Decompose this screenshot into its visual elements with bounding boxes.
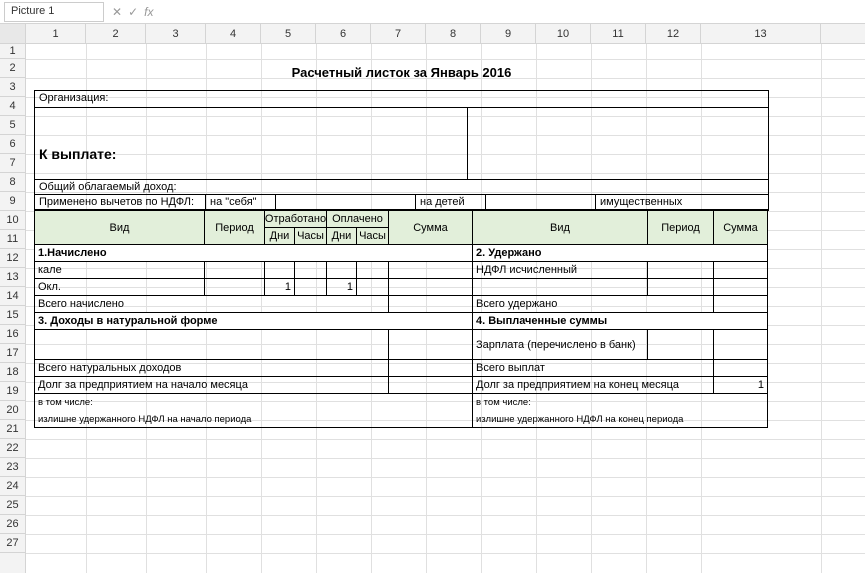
col-header-5[interactable]: 5 <box>261 24 316 43</box>
th-vid-left: Вид <box>35 211 205 245</box>
formula-controls: ✕ ✓ fx <box>112 5 153 19</box>
th-chasy2: Часы <box>357 228 389 245</box>
row-header-22[interactable]: 22 <box>0 439 25 458</box>
row-header-15[interactable]: 15 <box>0 306 25 325</box>
s4-total-label: Всего выплат <box>473 360 714 377</box>
th-period-left: Период <box>205 211 265 245</box>
row-header-17[interactable]: 17 <box>0 344 25 363</box>
vtom-left: в том числе: <box>35 394 473 411</box>
col-header-10[interactable]: 10 <box>536 24 591 43</box>
col-header-13[interactable]: 13 <box>701 24 821 43</box>
fx-icon[interactable]: fx <box>144 5 153 19</box>
row-header-4[interactable]: 4 <box>0 97 25 116</box>
col-header-2[interactable]: 2 <box>86 24 146 43</box>
row-header-18[interactable]: 18 <box>0 363 25 382</box>
org-label: Организация: <box>39 92 108 106</box>
row-header-5[interactable]: 5 <box>0 116 25 135</box>
debt-end-label: Долг за предприятием на конец месяца <box>473 377 714 394</box>
ndfl-end: излишне удержанного НДФЛ на конец период… <box>473 411 768 428</box>
row-header-23[interactable]: 23 <box>0 458 25 477</box>
th-opl: Оплачено <box>327 211 389 228</box>
select-all-corner[interactable] <box>0 24 26 43</box>
row-header-13[interactable]: 13 <box>0 268 25 287</box>
row-header-27[interactable]: 27 <box>0 534 25 553</box>
col-header-11[interactable]: 11 <box>591 24 646 43</box>
row-header-10[interactable]: 10 <box>0 211 25 230</box>
s1-total-label: Всего начислено <box>35 296 389 313</box>
row-header-3[interactable]: 3 <box>0 78 25 97</box>
payslip-picture[interactable]: Расчетный листок за Январь 2016 Организа… <box>34 59 769 428</box>
row-headers: 1234567891011121314151617181920212223242… <box>0 44 26 573</box>
row-header-19[interactable]: 19 <box>0 382 25 401</box>
name-box[interactable]: Picture 1 <box>4 2 104 22</box>
th-summa-left: Сумма <box>389 211 473 245</box>
s4-row1-label: Зарплата (перечислено в банк) <box>473 330 648 360</box>
row-header-26[interactable]: 26 <box>0 515 25 534</box>
row-header-1[interactable]: 1 <box>0 44 25 59</box>
th-otrab: Отработано <box>265 211 327 228</box>
row-header-7[interactable]: 7 <box>0 154 25 173</box>
debt-start-label: Долг за предприятием на начало месяца <box>35 377 389 394</box>
row-header-12[interactable]: 12 <box>0 249 25 268</box>
col-header-1[interactable]: 1 <box>26 24 86 43</box>
section-4-head: 4. Выплаченные суммы <box>473 313 768 330</box>
deduct-self: на "себя" <box>205 195 275 209</box>
formula-bar: Picture 1 ✕ ✓ fx <box>0 0 865 24</box>
kvyplate-label: К выплате: <box>35 144 467 164</box>
row-header-2[interactable]: 2 <box>0 59 25 78</box>
spreadsheet: 12345678910111213 1234567891011121314151… <box>0 24 865 573</box>
row-header-8[interactable]: 8 <box>0 173 25 192</box>
col-header-3[interactable]: 3 <box>146 24 206 43</box>
row-header-11[interactable]: 11 <box>0 230 25 249</box>
row-header-9[interactable]: 9 <box>0 192 25 211</box>
th-period-right: Период <box>648 211 714 245</box>
deduct-property: имущественных <box>595 195 768 209</box>
s3-total-label: Всего натуральных доходов <box>35 360 389 377</box>
row-header-25[interactable]: 25 <box>0 496 25 515</box>
col-header-6[interactable]: 6 <box>316 24 371 43</box>
s1-row2-label: Окл. <box>35 279 205 296</box>
row-header-20[interactable]: 20 <box>0 401 25 420</box>
column-headers: 12345678910111213 <box>0 24 865 44</box>
row-header-21[interactable]: 21 <box>0 420 25 439</box>
row-header-6[interactable]: 6 <box>0 135 25 154</box>
cells-area[interactable]: Расчетный листок за Январь 2016 Организа… <box>26 44 865 573</box>
th-summa-right: Сумма <box>714 211 768 245</box>
col-header-7[interactable]: 7 <box>371 24 426 43</box>
info-block: Организация: К выплате: Общий облагаемый… <box>34 90 769 210</box>
s1-row1-label: кале <box>35 262 205 279</box>
section-3-head: 3. Доходы в натуральной форме <box>35 313 473 330</box>
section-1-head: 1.Начислено <box>35 245 473 262</box>
cancel-icon[interactable]: ✕ <box>112 5 122 19</box>
ndfl-start: излишне удержанного НДФЛ на начало перио… <box>35 411 473 428</box>
th-dni1: Дни <box>265 228 295 245</box>
col-header-4[interactable]: 4 <box>206 24 261 43</box>
th-dni2: Дни <box>327 228 357 245</box>
s2-row1-label: НДФЛ исчисленный <box>473 262 648 279</box>
col-header-9[interactable]: 9 <box>481 24 536 43</box>
deduct-children: на детей <box>415 195 485 209</box>
row-header-24[interactable]: 24 <box>0 477 25 496</box>
accept-icon[interactable]: ✓ <box>128 5 138 19</box>
payslip-title: Расчетный листок за Январь 2016 <box>34 59 769 90</box>
vtom-right: в том числе: <box>473 394 768 411</box>
row-header-14[interactable]: 14 <box>0 287 25 306</box>
deduct-label: Применено вычетов по НДФЛ: <box>35 195 205 209</box>
section-2-head: 2. Удержано <box>473 245 768 262</box>
col-header-12[interactable]: 12 <box>646 24 701 43</box>
row-header-16[interactable]: 16 <box>0 325 25 344</box>
s2-total-label: Всего удержано <box>473 296 714 313</box>
col-header-8[interactable]: 8 <box>426 24 481 43</box>
income-label: Общий облагаемый доход: <box>39 181 177 193</box>
th-vid-right: Вид <box>473 211 648 245</box>
main-table: Вид Период Отработано Оплачено Сумма Вид… <box>34 210 769 428</box>
th-chasy1: Часы <box>295 228 327 245</box>
